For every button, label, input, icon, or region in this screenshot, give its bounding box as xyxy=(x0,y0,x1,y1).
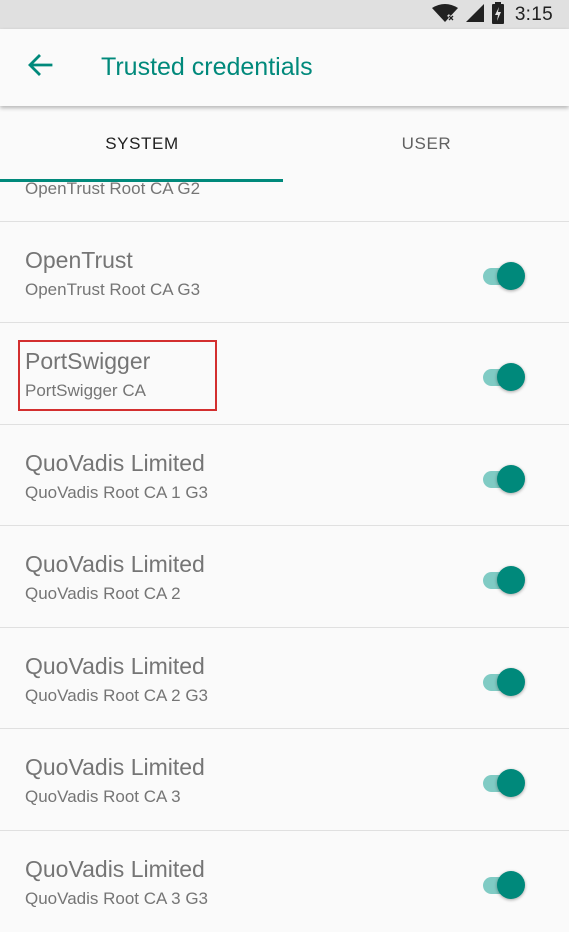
credential-title: OpenTrust xyxy=(25,247,133,274)
arrow-back-icon xyxy=(27,53,53,82)
credential-title: QuoVadis Limited xyxy=(25,551,205,578)
enable-switch[interactable] xyxy=(481,464,527,492)
switch-thumb xyxy=(497,465,525,493)
credential-row[interactable]: QuoVadis Limited QuoVadis Root CA 3 xyxy=(0,729,569,831)
app-bar: Trusted credentials xyxy=(0,29,569,106)
switch-thumb xyxy=(497,668,525,696)
credential-subtitle: QuoVadis Root CA 2 G3 xyxy=(25,686,208,706)
enable-switch[interactable] xyxy=(481,261,527,289)
credential-title: PortSwigger xyxy=(25,348,150,375)
credential-title: QuoVadis Limited xyxy=(25,450,205,477)
credential-row[interactable]: QuoVadis Limited QuoVadis Root CA 3 G3 xyxy=(0,831,569,932)
tab-user[interactable]: USER xyxy=(284,106,569,182)
page-title: Trusted credentials xyxy=(101,53,313,82)
credential-row[interactable]: OpenTrust OpenTrust Root CA G3 xyxy=(0,222,569,324)
cellular-signal-icon xyxy=(465,3,485,28)
wifi-no-internet-icon xyxy=(431,3,459,28)
credential-list[interactable]: OpenTrust Root CA G2 OpenTrust OpenTrust… xyxy=(0,120,569,932)
enable-switch[interactable] xyxy=(481,667,527,695)
switch-thumb xyxy=(497,363,525,391)
credential-row[interactable]: QuoVadis Limited QuoVadis Root CA 1 G3 xyxy=(0,425,569,527)
credential-title: QuoVadis Limited xyxy=(25,653,205,680)
credential-subtitle: QuoVadis Root CA 3 xyxy=(25,787,181,807)
back-button[interactable] xyxy=(22,49,58,85)
switch-thumb xyxy=(497,871,525,899)
switch-thumb xyxy=(497,769,525,797)
credential-title: QuoVadis Limited xyxy=(25,856,205,883)
credential-title: QuoVadis Limited xyxy=(25,754,205,781)
switch-thumb xyxy=(497,566,525,594)
switch-thumb xyxy=(497,262,525,290)
enable-switch[interactable] xyxy=(481,768,527,796)
battery-charging-icon xyxy=(491,2,505,29)
credential-subtitle: PortSwigger CA xyxy=(25,381,146,401)
credential-row[interactable]: PortSwigger PortSwigger CA xyxy=(0,323,569,425)
tab-indicator xyxy=(0,179,283,182)
enable-switch[interactable] xyxy=(481,362,527,390)
status-icons: 3:15 xyxy=(431,4,553,26)
status-time: 3:15 xyxy=(515,4,553,26)
status-bar: 3:15 xyxy=(0,0,569,29)
credential-subtitle: QuoVadis Root CA 2 xyxy=(25,584,181,604)
tab-bar: SYSTEM USER xyxy=(0,106,569,182)
credential-subtitle: OpenTrust Root CA G3 xyxy=(25,280,200,300)
credential-row[interactable]: QuoVadis Limited QuoVadis Root CA 2 G3 xyxy=(0,628,569,730)
credential-subtitle: QuoVadis Root CA 1 G3 xyxy=(25,483,208,503)
tab-system[interactable]: SYSTEM xyxy=(0,106,284,182)
credential-subtitle: OpenTrust Root CA G2 xyxy=(25,179,200,199)
credential-row[interactable]: QuoVadis Limited QuoVadis Root CA 2 xyxy=(0,526,569,628)
credential-subtitle: QuoVadis Root CA 3 G3 xyxy=(25,889,208,909)
enable-switch[interactable] xyxy=(481,565,527,593)
enable-switch[interactable] xyxy=(481,870,527,898)
